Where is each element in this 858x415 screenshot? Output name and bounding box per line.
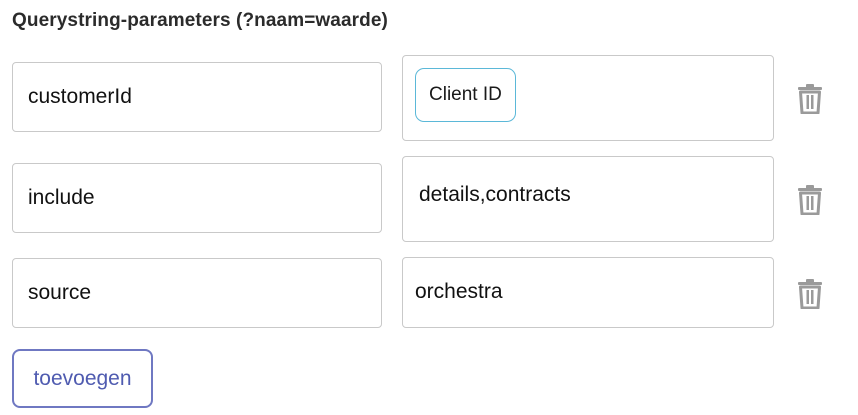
trash-icon (797, 185, 823, 215)
param-value-text: details,contracts (419, 183, 571, 206)
delete-param-button[interactable] (797, 279, 823, 309)
trash-icon (797, 279, 823, 309)
delete-param-button[interactable] (797, 84, 823, 114)
param-key-text: customerId (28, 85, 132, 108)
section-title: Querystring-parameters (?naam=waarde) (12, 10, 388, 31)
param-key-input[interactable]: customerId (12, 62, 382, 132)
value-token-chip[interactable]: Client ID (415, 68, 516, 122)
param-key-input[interactable]: include (12, 163, 382, 233)
param-key-text: source (28, 281, 92, 304)
value-token-label: Client ID (429, 84, 502, 105)
param-key-text: include (28, 186, 95, 209)
param-key-input[interactable]: source (12, 258, 382, 328)
add-param-button[interactable]: toevoegen (12, 349, 153, 408)
param-value-input[interactable]: orchestra (402, 257, 774, 328)
delete-param-button[interactable] (797, 185, 823, 215)
trash-icon (797, 84, 823, 114)
param-value-input[interactable]: details,contracts (402, 156, 774, 242)
param-value-input[interactable]: Client ID (402, 55, 774, 141)
param-value-text: orchestra (415, 280, 503, 303)
